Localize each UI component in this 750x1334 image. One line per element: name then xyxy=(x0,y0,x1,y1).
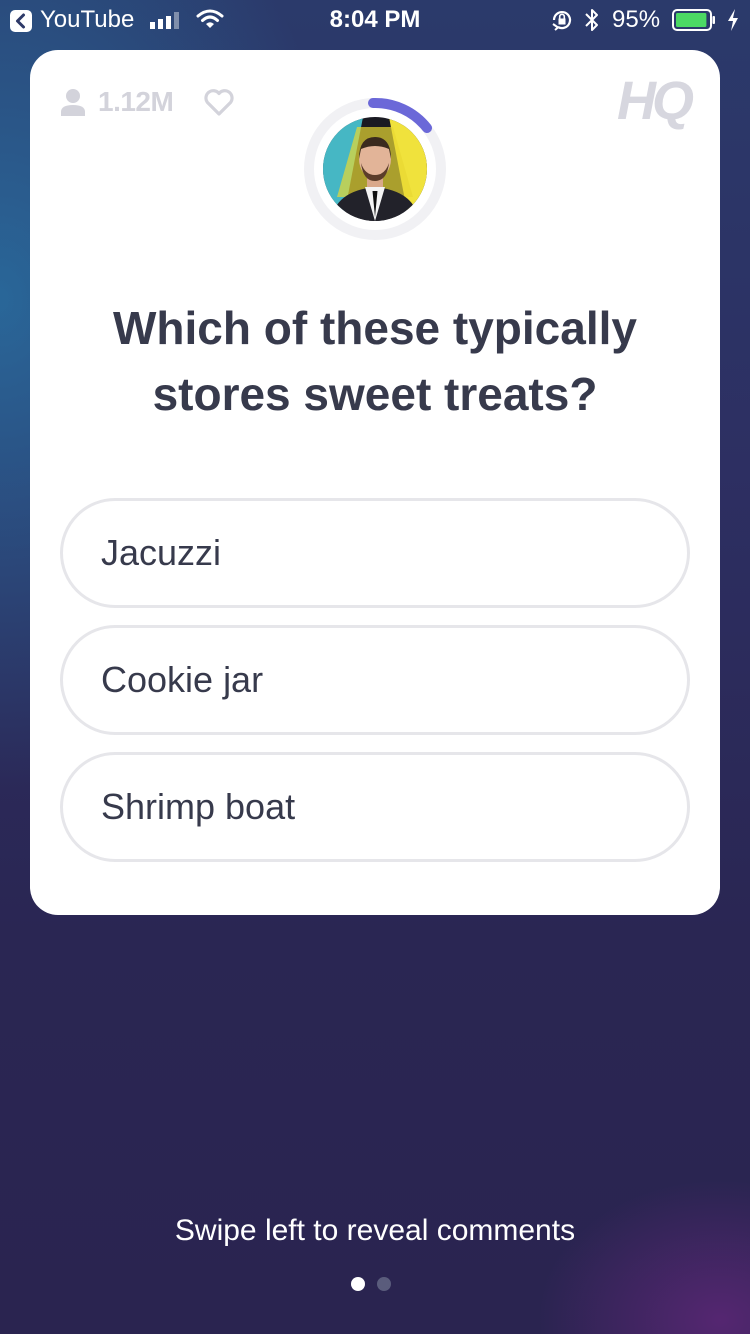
viewer-count: 1.12M xyxy=(98,86,174,117)
hq-logo: HQ xyxy=(617,71,694,131)
answer-option[interactable]: Shrimp boat xyxy=(60,752,690,862)
heart-icon[interactable] xyxy=(203,87,235,117)
battery-icon xyxy=(672,9,715,31)
battery-fill xyxy=(676,13,707,27)
answer-option[interactable]: Cookie jar xyxy=(60,625,690,735)
page-dot-active[interactable] xyxy=(351,1277,365,1291)
page-indicator[interactable] xyxy=(351,1277,403,1291)
question-text: Which of these typically stores sweet tr… xyxy=(113,302,637,420)
status-bar: YouTube 8:04 PM 95% xyxy=(0,0,750,40)
charging-bolt-icon xyxy=(728,9,738,31)
viewer-stats: 1.12M xyxy=(60,84,235,120)
answer-option[interactable]: Jacuzzi xyxy=(60,498,690,608)
question-card: 1.12M HQ Which of these typically stores… xyxy=(30,50,720,915)
bluetooth-icon xyxy=(585,9,598,31)
host-avatar xyxy=(323,117,427,221)
swipe-hint: Swipe left to reveal comments xyxy=(174,1214,576,1247)
answer-list: Jacuzzi Cookie jar Shrimp boat xyxy=(60,498,690,879)
orientation-lock-icon xyxy=(552,11,572,31)
page-dot[interactable] xyxy=(377,1277,391,1291)
battery-percentage: 95% xyxy=(612,6,661,33)
person-icon xyxy=(61,89,85,116)
